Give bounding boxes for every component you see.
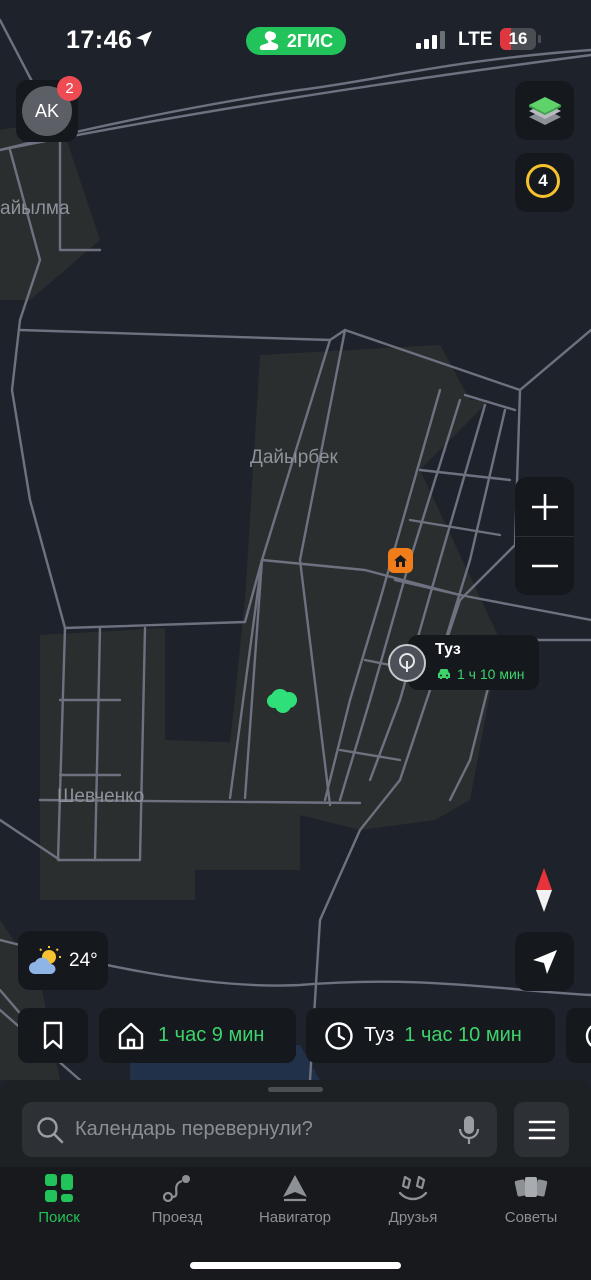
weather-temperature: 24° (69, 949, 98, 971)
zoom-in-button[interactable] (515, 477, 574, 536)
tab-friends[interactable]: Друзья (363, 1173, 463, 1233)
brand-label: 2ГИС (286, 30, 334, 51)
home-indicator (190, 1262, 401, 1269)
duck-logo-icon (259, 31, 279, 50)
microphone-icon[interactable] (457, 1114, 481, 1146)
tab-route-label: Проезд (151, 1209, 203, 1226)
clock-icon (325, 1021, 353, 1050)
cellular-signal-icon (416, 31, 445, 49)
weather-widget[interactable]: 24° (18, 931, 108, 990)
status-bar: 17:46 2ГИС LTE 16 (0, 0, 591, 80)
bookmarks-button[interactable] (18, 1008, 88, 1063)
notification-badge: 2 (57, 76, 82, 101)
tab-friends-label: Друзья (388, 1209, 438, 1226)
zoom-out-button[interactable] (515, 536, 574, 595)
traffic-level-icon[interactable]: 4 (526, 164, 560, 198)
clock-icon (585, 1024, 591, 1047)
friends-icon (398, 1175, 428, 1201)
zoom-control (515, 477, 574, 595)
grid-icon (45, 1174, 73, 1202)
home-icon (118, 1022, 144, 1049)
tab-navigator[interactable]: Навигатор (245, 1173, 345, 1233)
map-label-village: Дайырбек (250, 447, 338, 468)
hamburger-icon (528, 1120, 555, 1139)
poi-pin[interactable] (388, 644, 426, 682)
route-more-chip[interactable] (566, 1008, 591, 1063)
network-type: LTE (458, 29, 493, 50)
route-recent-eta: 1 час 10 мин (404, 1024, 522, 1046)
layers-button[interactable] (515, 81, 574, 140)
tab-tips-label: Советы (504, 1209, 558, 1226)
tab-search-label: Поиск (38, 1209, 80, 1226)
search-bar[interactable]: Календарь перевернули? (22, 1102, 497, 1157)
navigator-icon (283, 1175, 307, 1202)
location-services-icon (136, 31, 152, 47)
tree-icon (399, 653, 415, 672)
tab-navigator-label: Навигатор (258, 1209, 332, 1226)
route-recent-name: Туз (364, 1024, 395, 1046)
sheet-grabber[interactable] (268, 1087, 323, 1092)
navigation-arrow-icon (532, 949, 557, 974)
poi-callout[interactable]: Туз 1 ч 10 мин (408, 635, 539, 690)
partly-cloudy-icon (29, 945, 61, 974)
layers-icon (528, 96, 561, 125)
battery-level: 16 (508, 29, 528, 48)
poi-eta-row: 1 ч 10 мин (437, 666, 525, 682)
menu-button[interactable] (514, 1102, 569, 1157)
status-time: 17:46 (66, 26, 133, 54)
route-icon (162, 1175, 190, 1203)
battery-tip (538, 35, 541, 43)
brand-pill[interactable]: 2ГИС (246, 27, 346, 55)
battery-icon: 16 (500, 28, 536, 50)
route-home-chip[interactable]: 1 час 9 мин (99, 1008, 296, 1063)
tab-route[interactable]: Проезд (127, 1173, 227, 1233)
my-location-button[interactable] (515, 932, 574, 991)
bookmark-icon (43, 1021, 63, 1049)
poi-name: Туз (435, 641, 461, 658)
map-label-top-left: айылма (0, 198, 70, 219)
house-icon (394, 554, 407, 567)
car-icon (438, 669, 450, 679)
compass-icon[interactable] (530, 866, 558, 914)
tab-tips[interactable]: Советы (481, 1173, 581, 1233)
search-icon (37, 1117, 64, 1144)
cards-icon (514, 1177, 548, 1197)
route-recent-chip[interactable]: Туз 1 час 10 мин (306, 1008, 555, 1063)
search-placeholder[interactable]: Календарь перевернули? (75, 1118, 313, 1141)
route-home-eta: 1 час 9 мин (158, 1024, 265, 1046)
poi-eta: 1 ч 10 мин (457, 666, 525, 682)
minus-icon (531, 564, 558, 567)
plus-icon (531, 493, 558, 520)
home-poi-marker[interactable] (388, 548, 413, 573)
map-label-shevchenko: Шевченко (57, 786, 145, 807)
tab-search[interactable]: Поиск (9, 1173, 109, 1233)
